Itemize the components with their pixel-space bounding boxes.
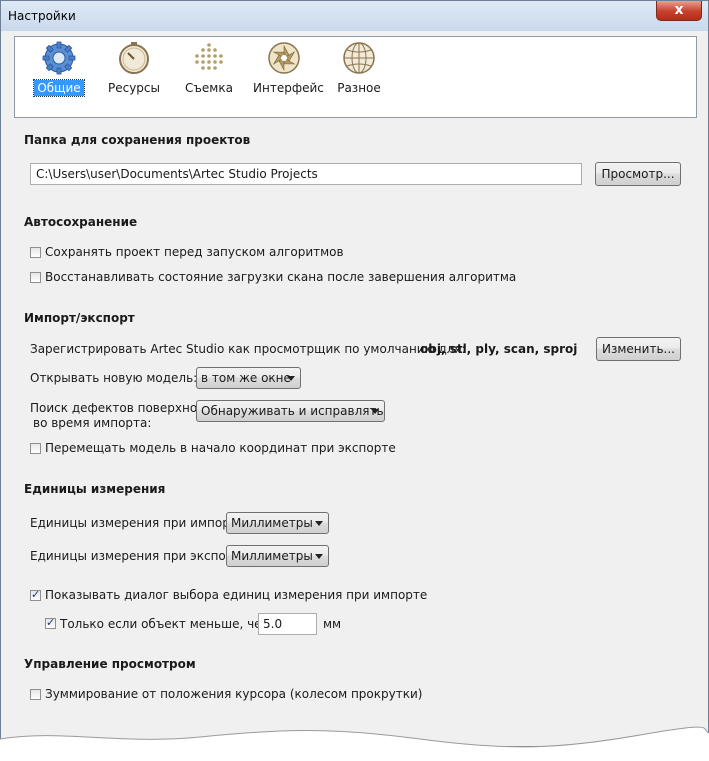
show-units-dialog-checkbox[interactable] — [30, 588, 41, 601]
gear-icon — [42, 41, 76, 75]
aperture-icon — [268, 42, 300, 74]
project-folder-path-field[interactable]: C:\Users\user\Documents\Artec Studio Pro… — [30, 163, 582, 185]
chevron-down-icon — [371, 409, 379, 414]
only-if-smaller-checkbox[interactable] — [45, 616, 56, 629]
torn-edge-decoration — [0, 726, 709, 761]
import-export-heading: Импорт/экспорт — [24, 311, 135, 325]
save-before-algorithms-checkbox[interactable] — [30, 247, 41, 258]
zoom-from-cursor-checkbox[interactable] — [30, 689, 41, 700]
tab-label: Интерфейс — [253, 81, 324, 95]
move-to-origin-label: Перемещать модель в начало координат при… — [45, 441, 396, 455]
import-units-dropdown[interactable]: Миллиметры — [226, 512, 329, 534]
gauge-icon — [119, 42, 149, 74]
tab-label: Общие — [33, 79, 85, 97]
surface-defects-label-line2: во время импорта: — [33, 416, 152, 430]
tab-capture[interactable]: Съемка — [175, 41, 243, 113]
restore-scan-state-label: Восстанавливать состояние загрузки скана… — [45, 270, 517, 284]
size-threshold-unit: мм — [323, 617, 342, 631]
export-units-value: Миллиметры — [231, 549, 313, 563]
globe-icon — [343, 42, 375, 74]
save-before-algorithms-label: Сохранять проект перед запуском алгоритм… — [45, 245, 344, 259]
import-units-label: Единицы измерения при импорте: — [30, 516, 249, 530]
export-units-label: Единицы измерения при экспорте: — [30, 549, 252, 563]
surface-defects-dropdown[interactable]: Обнаруживать и исправлять — [196, 400, 385, 422]
close-button[interactable]: x — [656, 1, 702, 21]
browse-button[interactable]: Просмотр... — [595, 162, 681, 186]
import-units-value: Миллиметры — [231, 516, 313, 530]
change-button[interactable]: Изменить... — [596, 337, 681, 361]
open-model-value: в том же окне — [201, 371, 291, 385]
dots-grid-icon — [195, 43, 223, 70]
chevron-down-icon — [315, 554, 323, 559]
window-title: Настройки — [8, 9, 76, 23]
zoom-from-cursor-label: Зуммирование от положения курсора (колес… — [45, 687, 423, 701]
settings-window: Настройки x Общие Ресурсы Съемка Интерфе… — [0, 0, 709, 747]
tab-label: Разное — [337, 81, 381, 95]
move-to-origin-checkbox[interactable] — [30, 443, 41, 454]
size-threshold-input[interactable]: 5.0 — [258, 613, 317, 635]
export-units-dropdown[interactable]: Миллиметры — [226, 545, 329, 567]
open-model-label: Открывать новую модель: — [30, 371, 198, 385]
register-formats: obj, stl, ply, scan, sproj — [420, 342, 578, 356]
units-heading: Единицы измерения — [24, 482, 166, 496]
tab-misc[interactable]: Разное — [325, 41, 393, 113]
chevron-down-icon — [315, 521, 323, 526]
tab-general[interactable]: Общие — [25, 41, 93, 113]
surface-defects-label-line1: Поиск дефектов поверхности — [30, 401, 219, 415]
title-bar[interactable]: Настройки x — [1, 1, 708, 31]
tab-resources[interactable]: Ресурсы — [100, 41, 168, 113]
chevron-down-icon — [287, 376, 295, 381]
show-units-dialog-label: Показывать диалог выбора единиц измерени… — [45, 588, 428, 602]
category-tabs: Общие Ресурсы Съемка Интерфейс Разное — [14, 36, 697, 118]
project-folder-heading: Папка для сохранения проектов — [24, 133, 251, 147]
only-if-smaller-label: Только если объект меньше, чем — [60, 617, 271, 631]
tab-label: Ресурсы — [107, 81, 160, 95]
view-control-heading: Управление просмотром — [24, 657, 196, 671]
register-viewer-label: Зарегистрировать Artec Studio как просмо… — [30, 342, 466, 356]
tab-interface[interactable]: Интерфейс — [250, 41, 324, 113]
dialog-body: Общие Ресурсы Съемка Интерфейс Разное Па… — [8, 31, 701, 746]
autosave-heading: Автосохранение — [24, 215, 138, 229]
tab-label: Съемка — [185, 81, 233, 95]
surface-defects-value: Обнаруживать и исправлять — [201, 404, 384, 418]
open-model-dropdown[interactable]: в том же окне — [196, 367, 301, 389]
restore-scan-state-checkbox[interactable] — [30, 272, 41, 283]
